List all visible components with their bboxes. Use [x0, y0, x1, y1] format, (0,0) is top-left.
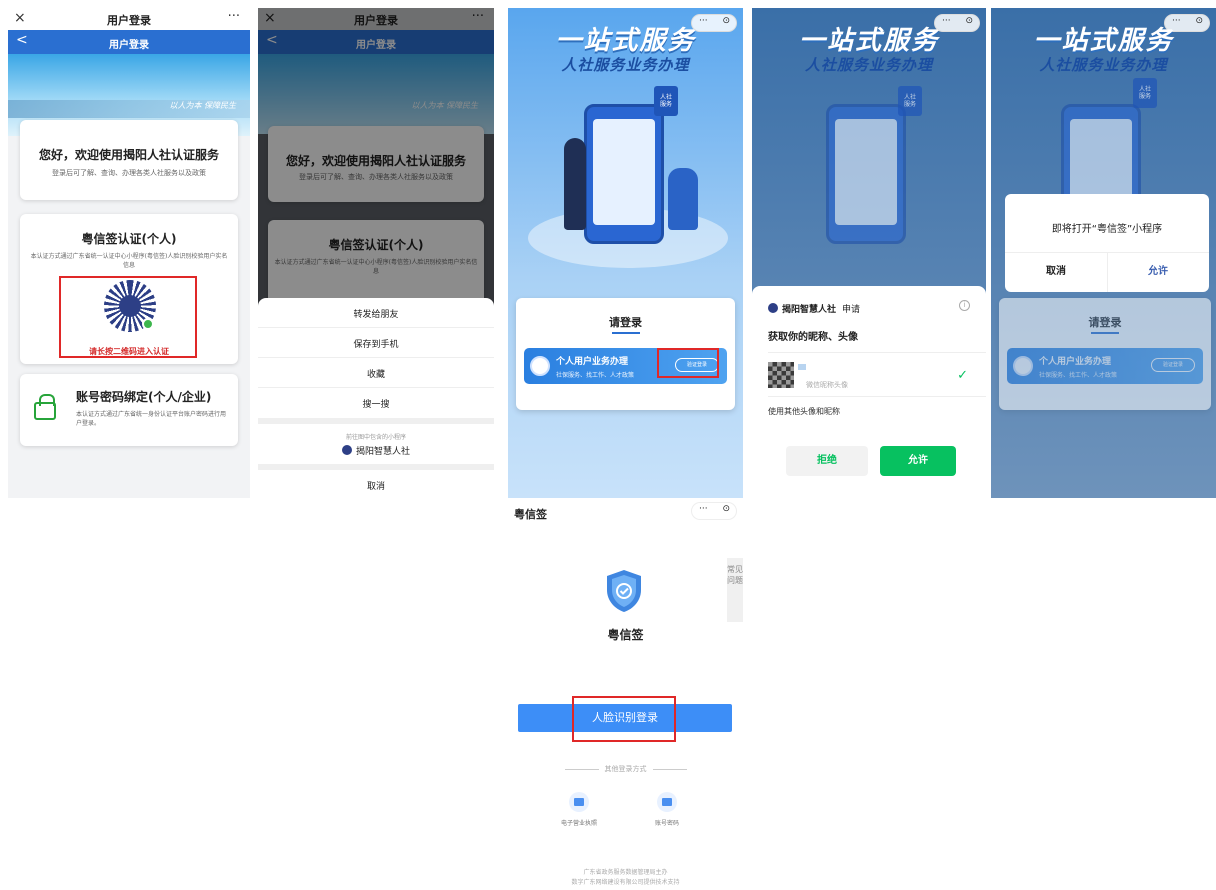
poster-subtitle: 人社服务业务办理	[804, 56, 933, 74]
mini-program-name: 揭阳智慧人社	[355, 447, 410, 457]
avatar	[768, 362, 794, 388]
refuse-button[interactable]: 拒绝	[786, 446, 868, 476]
wechat-titlebar: × 用户登录 ···	[8, 8, 250, 30]
poster-subtitle: 人社服务业务办理	[1039, 56, 1168, 74]
divider	[768, 352, 986, 353]
check-icon[interactable]: ✓	[957, 368, 968, 383]
dialog-app-name: 揭阳智慧人社	[782, 305, 837, 315]
nickname-blurred	[798, 364, 806, 370]
option-label: 电子营业执照	[560, 820, 597, 827]
service-title: 个人用户业务办理	[1039, 357, 1112, 367]
more-icon[interactable]: ···	[228, 9, 240, 24]
mini-program-entry[interactable]: 揭阳智慧人社	[258, 444, 494, 457]
login-card: 请登录 个人用户业务办理 社保服务、找工作、人才政策 验证登录	[999, 298, 1211, 410]
welcome-card: 您好，欢迎使用揭阳人社认证服务 登录后可了解、查询、办理各类人社服务以及政策	[20, 120, 238, 200]
allow-button[interactable]: 允许	[1107, 252, 1209, 292]
request-label: 申请	[842, 305, 861, 315]
modal-text: 即将打开“粤信签”小程序	[1051, 224, 1163, 235]
permission-question: 获取你的昵称、头像	[768, 332, 858, 343]
welcome-title: 您好，欢迎使用揭阳人社认证服务	[38, 148, 219, 162]
welcome-subtitle: 登录后可了解、查询、办理各类人社服务以及政策	[52, 169, 206, 177]
service-badge: 人社 服务	[654, 86, 678, 116]
login-heading: 请登录	[1088, 316, 1122, 329]
mini-program-hint: 前往图中包含的小程序	[345, 434, 406, 441]
banner-slogan: 以人为本 保障民生	[169, 101, 236, 110]
user-avatar-icon	[530, 356, 550, 376]
menu-favorite[interactable]: 收藏	[258, 362, 494, 388]
account-desc: 本认证方式通过广东省统一身份认证平台账户密码进行用户登录。	[76, 411, 227, 427]
capsule-menu[interactable]: ··· ⊙	[691, 502, 737, 520]
panel-share-sheet: × 用户登录 ··· < 用户登录 以人为本 保障民生 您好，欢迎使用揭阳人社认…	[258, 8, 494, 498]
faq-tab[interactable]: 常见问题	[727, 558, 743, 622]
panel-open-mini-program: ··· ⊙ 一站式服务 人社服务业务办理 人社 服务 即将打开“粤信签”小程序 …	[991, 8, 1216, 498]
app-logo-icon	[341, 445, 352, 455]
poster-title: 一站式服务	[1033, 26, 1174, 56]
menu-forward[interactable]: 转发给朋友	[258, 302, 494, 328]
highlight-qr	[59, 276, 197, 358]
nav-title: 用户登录	[109, 40, 149, 51]
open-mini-program-modal: 即将打开“粤信签”小程序 取消 允许	[1005, 194, 1209, 292]
account-password-option[interactable]: 账号密码	[632, 792, 702, 827]
woman-illustration	[668, 168, 698, 230]
nickname-hint: 微信昵称头像	[806, 381, 848, 389]
panel-yuexinqian: 粤信签 ··· ⊙ 常见问题 粤信签 人脸识别登录 其他登录方式 电子营业执照 …	[508, 498, 743, 890]
heading-underline	[1091, 332, 1119, 334]
poster-title: 一站式服务	[555, 26, 696, 56]
authorize-dialog: 揭阳智慧人社 申请 i 获取你的昵称、头像 微信昵称头像 ✓ 使用其他头像和昵称 …	[752, 286, 986, 498]
more-icon[interactable]: ···	[699, 504, 708, 514]
service-badge: 人社 服务	[1133, 78, 1157, 108]
poster-title: 一站式服务	[798, 26, 939, 56]
footer: 广东省政务服务数据管理局主办 数字广东网络建设有限公司提供技术支持	[508, 868, 743, 888]
divider	[258, 418, 494, 424]
verify-login-button[interactable]: 验证登录	[1151, 358, 1195, 372]
cancel-button[interactable]: 取消	[1005, 252, 1107, 292]
service-badge: 人社 服务	[898, 86, 922, 116]
account-card[interactable]: 账号密码绑定(个人/企业) 本认证方式通过广东省统一身份认证平台账户密码进行用户…	[20, 374, 238, 446]
service-title: 个人用户业务办理	[556, 357, 629, 367]
phone-illustration	[584, 104, 664, 244]
yuexinqian-desc: 本认证方式通过广东省统一认证中心小程序(粤信签)人脸识别校验用户实名信息	[30, 253, 228, 269]
menu-search[interactable]: 搜一搜	[258, 392, 494, 418]
highlight-face-login	[572, 696, 676, 742]
heading-underline	[611, 332, 640, 334]
phone-illustration	[826, 104, 906, 244]
option-label: 账号密码	[654, 820, 679, 827]
allow-button[interactable]: 允许	[880, 446, 956, 476]
personal-service-card[interactable]: 个人用户业务办理 社保服务、找工作、人才政策 验证登录	[1007, 348, 1203, 384]
business-license-option[interactable]: 电子营业执照	[544, 792, 614, 827]
close-circle-icon[interactable]: ⊙	[722, 504, 730, 514]
menu-save[interactable]: 保存到手机	[258, 332, 494, 358]
account-title: 账号密码绑定(个人/企业)	[76, 390, 212, 404]
service-subtitle: 社保服务、找工作、人才政策	[556, 372, 635, 379]
footer-line-1: 广东省政务服务数据管理局主办	[583, 869, 668, 876]
yuexinqian-title: 粤信签认证(个人)	[81, 232, 177, 246]
app-logo-icon	[768, 303, 778, 313]
highlight-verify	[657, 348, 719, 378]
divider	[768, 396, 986, 397]
action-sheet: 转发给朋友 保存到手机 收藏 搜一搜 前往图中包含的小程序 揭阳智慧人社 取消	[258, 298, 494, 498]
footer-line-2: 数字广东网络建设有限公司提供技术支持	[571, 879, 680, 886]
use-other-profile-link[interactable]: 使用其他头像和昵称	[768, 406, 840, 417]
window-title: 粤信签	[514, 508, 547, 521]
info-icon[interactable]: i	[959, 300, 970, 311]
other-methods-label: 其他登录方式	[508, 764, 743, 774]
divider	[258, 464, 494, 470]
login-heading: 请登录	[609, 316, 642, 329]
panel-authorize: ··· ⊙ 一站式服务 人社服务业务办理 人社 服务 揭阳智慧人社 申请 i 获取…	[752, 8, 986, 498]
shield-check-icon	[607, 570, 641, 612]
poster-subtitle: 人社服务业务办理	[561, 56, 690, 74]
nav-bar: < 用户登录	[8, 30, 250, 54]
app-name: 粤信签	[607, 628, 644, 642]
panel-home-login: ··· ⊙ 一站式服务 人社服务业务办理 人社 服务 请登录 个人用户业务办理 …	[508, 8, 743, 498]
dialog-app-row: 揭阳智慧人社 申请	[768, 302, 860, 315]
panel-user-login: × 用户登录 ··· < 用户登录 以人为本 保障民生 您好，欢迎使用揭阳人社认…	[8, 8, 250, 498]
lock-icon	[34, 394, 56, 420]
user-avatar-icon	[1013, 356, 1033, 376]
man-illustration	[564, 138, 586, 230]
window-title: 用户登录	[107, 14, 151, 27]
cancel-button[interactable]: 取消	[258, 474, 494, 498]
service-subtitle: 社保服务、找工作、人才政策	[1039, 372, 1118, 379]
id-card-icon	[657, 792, 677, 812]
briefcase-icon	[569, 792, 589, 812]
